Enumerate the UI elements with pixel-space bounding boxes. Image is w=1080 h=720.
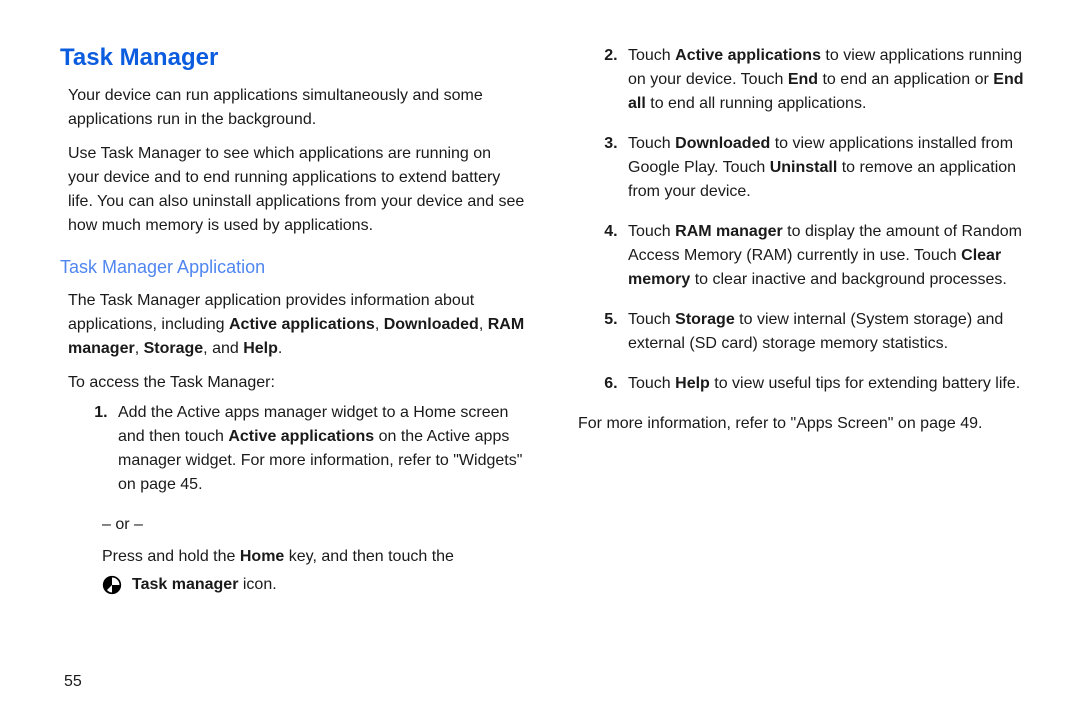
- step-3: Touch Downloaded to view applications in…: [622, 132, 1040, 204]
- t: on page 49.: [893, 415, 982, 432]
- step-6: Touch Help to view useful tips for exten…: [622, 372, 1040, 396]
- steps-list-right: Touch Active applications to view applic…: [570, 44, 1040, 396]
- sub-intro: The Task Manager application provides in…: [68, 289, 526, 361]
- task-manager-icon: [102, 575, 122, 595]
- sub-heading: Task Manager Application: [60, 254, 530, 281]
- page-number: 55: [64, 670, 82, 694]
- step1-ref: "Widgets": [453, 452, 522, 469]
- page: Task Manager Your device can run applica…: [0, 0, 1080, 720]
- tm-icon-bold: Task manager: [132, 576, 238, 593]
- t: to end an application or: [818, 71, 993, 88]
- right-column: Touch Active applications to view applic…: [570, 40, 1040, 597]
- press-hold-line: Press and hold the Home key, and then to…: [102, 545, 526, 569]
- t: Touch: [628, 135, 675, 152]
- t: Touch: [628, 311, 675, 328]
- step-4: Touch RAM manager to display the amount …: [622, 220, 1040, 292]
- press-b: key, and then touch the: [284, 548, 454, 565]
- b: RAM manager: [675, 223, 783, 240]
- t: For more information, refer to: [578, 415, 791, 432]
- ref: "Apps Screen": [791, 415, 894, 432]
- step1-bold: Active applications: [228, 428, 374, 445]
- sep: ,: [479, 316, 488, 333]
- period: .: [278, 340, 282, 357]
- t: Touch: [628, 375, 675, 392]
- t: Touch: [628, 47, 675, 64]
- t: to end all running applications.: [646, 95, 867, 112]
- press-a: Press and hold the: [102, 548, 240, 565]
- two-column-layout: Task Manager Your device can run applica…: [60, 40, 1040, 597]
- t: to view useful tips for extending batter…: [710, 375, 1020, 392]
- step1-on: on page 45.: [118, 476, 203, 493]
- t: to clear inactive and background process…: [690, 271, 1007, 288]
- b: Help: [675, 375, 710, 392]
- bold-help: Help: [243, 340, 278, 357]
- bold-downloaded: Downloaded: [384, 316, 479, 333]
- access-line: To access the Task Manager:: [68, 371, 526, 395]
- steps-list-left: Add the Active apps manager widget to a …: [60, 401, 530, 497]
- intro-p2: Use Task Manager to see which applicatio…: [68, 142, 526, 238]
- intro-p1: Your device can run applications simulta…: [68, 84, 526, 132]
- task-manager-icon-line: Task manager icon.: [102, 573, 530, 597]
- step-5: Touch Storage to view internal (System s…: [622, 308, 1040, 356]
- bold-storage: Storage: [144, 340, 204, 357]
- left-column: Task Manager Your device can run applica…: [60, 40, 530, 597]
- or-separator: – or –: [102, 513, 530, 537]
- sep: ,: [375, 316, 384, 333]
- b: Uninstall: [770, 159, 838, 176]
- step-1: Add the Active apps manager widget to a …: [112, 401, 530, 497]
- more-info-line: For more information, refer to "Apps Scr…: [578, 412, 1036, 436]
- step-2: Touch Active applications to view applic…: [622, 44, 1040, 116]
- sep: , and: [203, 340, 243, 357]
- press-home-bold: Home: [240, 548, 284, 565]
- tm-icon-after: icon.: [238, 576, 276, 593]
- b: Storage: [675, 311, 735, 328]
- b: End: [788, 71, 818, 88]
- bold-active-applications: Active applications: [229, 316, 375, 333]
- task-manager-icon-label: Task manager icon.: [132, 573, 277, 597]
- b: Downloaded: [675, 135, 770, 152]
- sep: ,: [135, 340, 144, 357]
- b: Active applications: [675, 47, 821, 64]
- t: Touch: [628, 223, 675, 240]
- section-heading: Task Manager: [60, 40, 530, 76]
